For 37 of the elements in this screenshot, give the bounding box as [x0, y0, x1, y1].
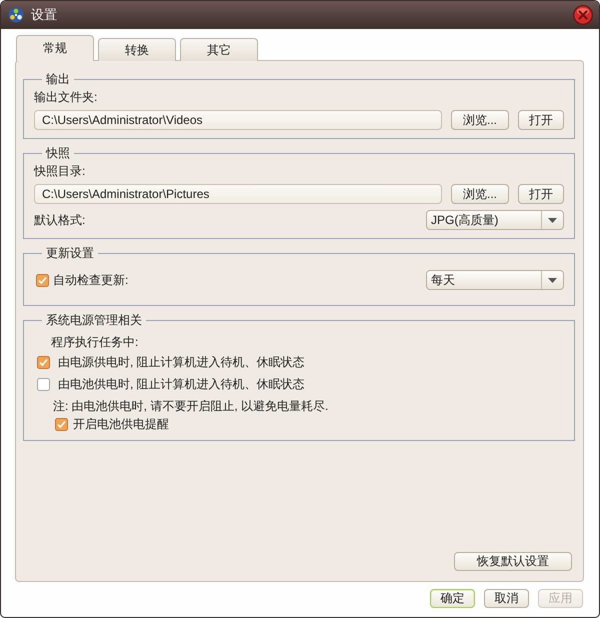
- reel-icon: [8, 7, 24, 23]
- path-field[interactable]: C:\Users\Administrator\Pictures: [34, 184, 442, 204]
- checkbox-label: 开启电池供电提醒: [73, 416, 169, 432]
- dropdown[interactable]: 每天: [426, 270, 564, 290]
- cancel-button[interactable]: 取消: [484, 589, 529, 608]
- tab[interactable]: 转换: [98, 38, 176, 61]
- section-caption: 程序执行任务中:: [51, 334, 140, 350]
- checkbox[interactable]: [55, 418, 68, 430]
- note-text: 注: 由电池供电时, 请不要开启阻止, 以避免电量耗尽.: [53, 398, 330, 414]
- close-icon: [573, 5, 593, 25]
- checkbox-label: 由电池供电时, 阻止计算机进入待机、休眠状态: [58, 376, 305, 392]
- group-title: 快照: [44, 146, 71, 160]
- open-button[interactable]: 打开: [518, 110, 564, 130]
- caret-icon: [548, 278, 557, 282]
- tab[interactable]: 常规: [16, 35, 94, 61]
- group-title: 输出: [45, 72, 71, 86]
- reset-defaults-button[interactable]: 恢复默认设置: [454, 552, 572, 571]
- close-button[interactable]: [573, 5, 593, 25]
- browse-button[interactable]: 浏览...: [451, 110, 509, 130]
- group-title: 系统电源管理相关: [45, 313, 143, 327]
- checkbox[interactable]: [37, 356, 50, 368]
- open-button[interactable]: 打开: [518, 184, 564, 204]
- window-title: 设置: [31, 6, 58, 24]
- group-title: 更新设置: [45, 246, 95, 260]
- browse-button[interactable]: 浏览...: [451, 184, 509, 204]
- caret-icon: [548, 218, 557, 222]
- tab[interactable]: 其它: [180, 38, 258, 61]
- path-field[interactable]: C:\Users\Administrator\Videos: [34, 110, 442, 130]
- checkbox[interactable]: [37, 378, 50, 390]
- ok-button[interactable]: 确定: [430, 589, 475, 608]
- dropdown[interactable]: JPG(高质量): [426, 210, 564, 230]
- checkbox[interactable]: [36, 274, 49, 286]
- field-label: 输出文件夹:: [34, 89, 98, 105]
- checkbox-label: 自动检查更新:: [53, 272, 128, 288]
- field-label: 默认格式:: [34, 212, 86, 228]
- field-label: 快照目录:: [34, 163, 86, 179]
- checkbox-label: 由电源供电时, 阻止计算机进入待机、休眠状态: [58, 354, 305, 370]
